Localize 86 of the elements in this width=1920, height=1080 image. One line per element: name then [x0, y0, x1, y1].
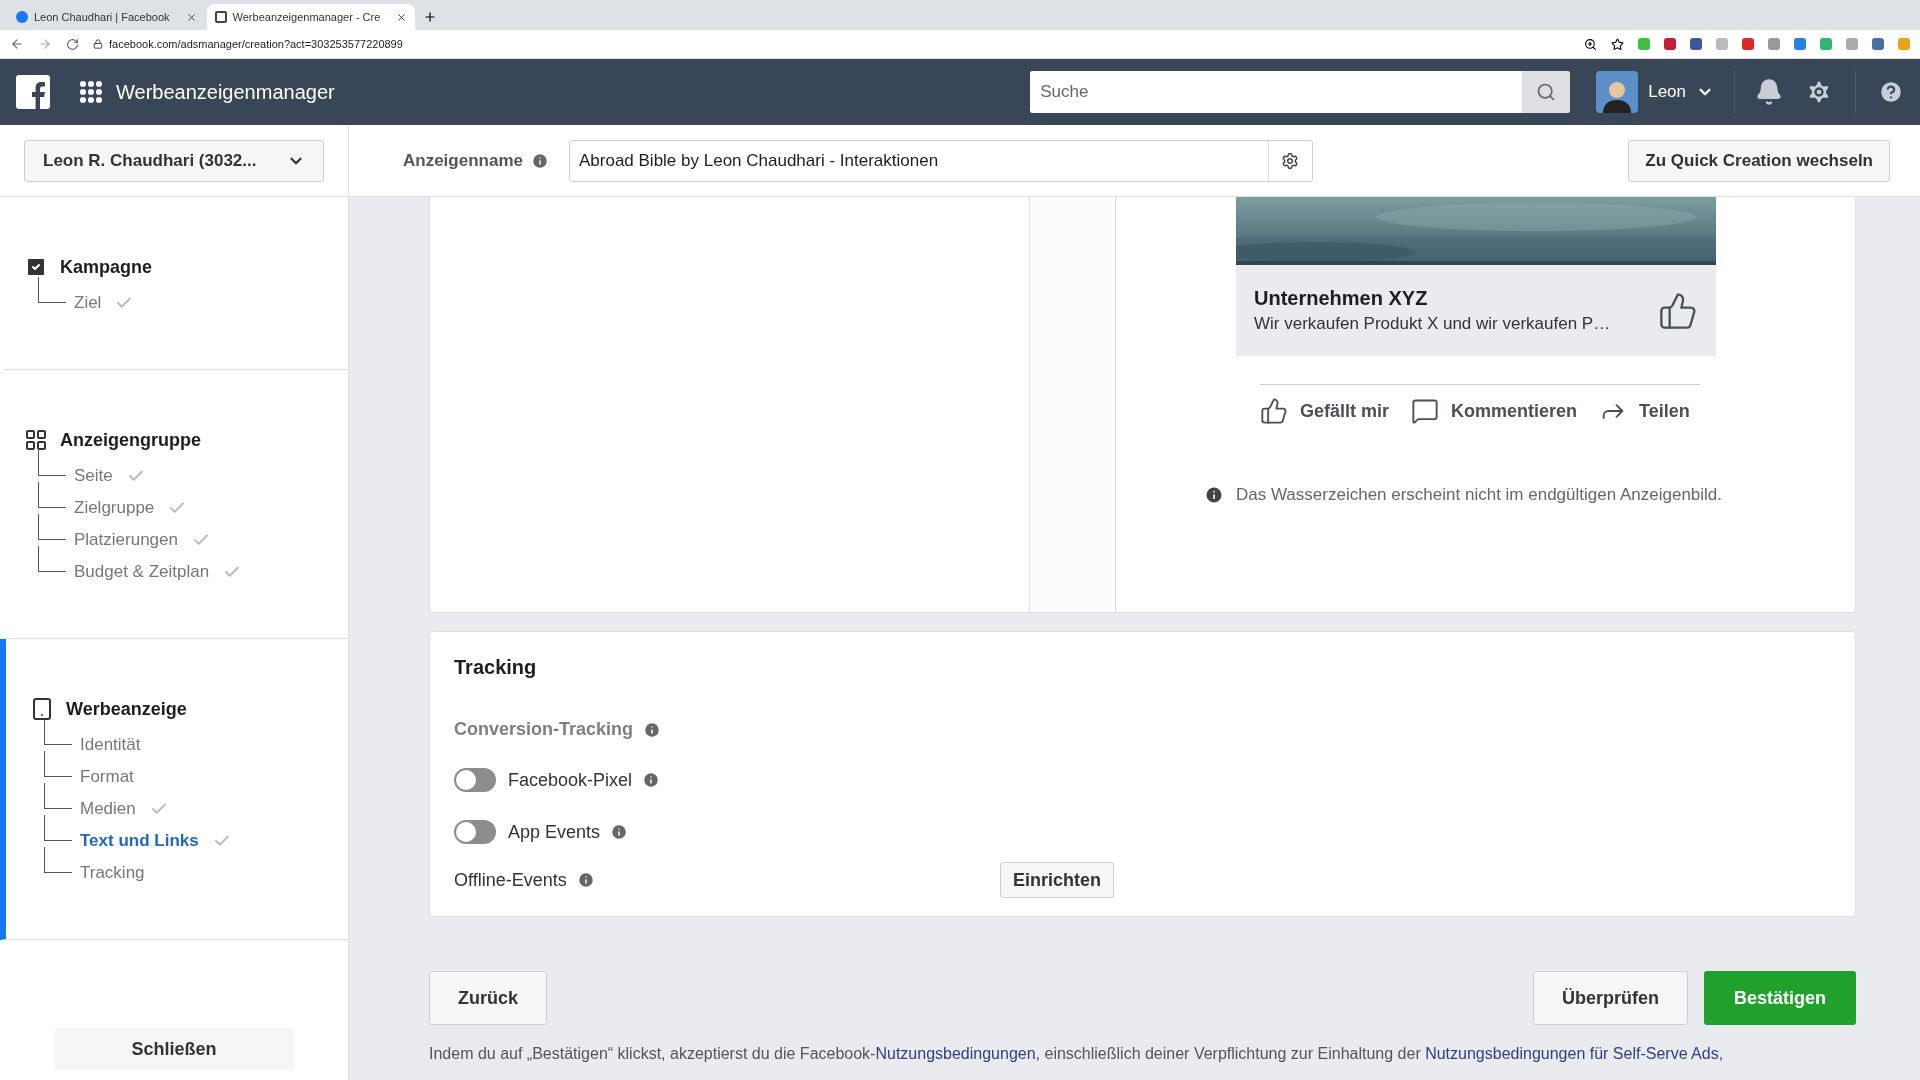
post-action[interactable]: Gefällt mir — [1260, 397, 1390, 425]
profile-icon[interactable] — [1872, 38, 1884, 50]
conversion-tracking-label: Conversion-Tracking — [454, 719, 634, 740]
company-name: Unternehmen XYZ — [1254, 287, 1429, 310]
post-action[interactable]: Teilen — [1599, 397, 1690, 425]
settings-icon[interactable] — [1281, 151, 1300, 170]
page-icon — [214, 11, 227, 23]
ad-name-box[interactable]: Abroad Bible by Leon Chaudhari - Interaktionen — [569, 139, 1313, 182]
tree-line — [38, 482, 66, 508]
setup-button[interactable]: Einrichten — [1000, 862, 1114, 898]
thumbs-up-icon — [1260, 397, 1288, 425]
zoom-icon[interactable] — [1584, 37, 1597, 51]
terms-link[interactable]: Nutzungsbedingungen — [875, 1045, 1036, 1062]
tree-line — [38, 277, 66, 303]
avatar-icon — [1596, 71, 1639, 113]
lock-icon — [93, 39, 103, 49]
tree-line — [44, 719, 72, 745]
sidebar-item[interactable]: Identität — [80, 735, 141, 755]
browser-tab[interactable]: Werbeanzeigenmanager - Cre — [206, 4, 416, 30]
sidebar-item[interactable]: Format — [80, 767, 134, 787]
toggle-switch[interactable] — [454, 768, 496, 792]
toggle-label: Facebook-Pixel — [508, 769, 633, 791]
info-icon — [1204, 485, 1224, 505]
search-icon[interactable] — [1536, 82, 1557, 102]
reload-icon[interactable] — [66, 37, 79, 51]
new-tab-icon[interactable] — [423, 10, 438, 24]
close-icon[interactable] — [185, 11, 197, 23]
extension-icon[interactable] — [1690, 38, 1702, 50]
extension-icon[interactable] — [1768, 38, 1780, 50]
tree-line — [38, 450, 66, 476]
extension-icon[interactable] — [1664, 38, 1676, 50]
sidebar-item[interactable]: Budget & Zeitplan — [74, 562, 210, 582]
globe-icon — [16, 11, 28, 23]
app-title: Werbeanzeigenmanager — [116, 80, 335, 104]
info-icon — [643, 720, 662, 739]
thumbs-up-icon[interactable] — [1658, 290, 1698, 331]
review-button[interactable]: Überprüfen — [1533, 971, 1688, 1025]
toggle-switch[interactable] — [454, 820, 496, 844]
sidebar-item[interactable]: Tracking — [80, 863, 145, 883]
sidebar-item[interactable]: Medien — [80, 799, 136, 819]
section-title[interactable]: Anzeigengruppe — [60, 429, 201, 451]
extension-icon[interactable] — [1794, 38, 1806, 50]
section-title[interactable]: Kampagne — [60, 256, 153, 278]
app-grid-icon[interactable] — [80, 81, 102, 103]
sidebar-item[interactable]: Text und Links — [80, 831, 199, 851]
legal-text: Indem du auf „Bestätigen“ klickst, akzeptierst du die Facebook-Nutzungsbedingungen, einschließlich deiner Verpflichtung zur Einhaltung der Nutzungsbedingungen für Self-Serve Ads, — [429, 1045, 1725, 1063]
tablet-icon — [30, 697, 54, 721]
toggle-label: App Events — [508, 821, 601, 843]
bell-icon[interactable] — [1755, 78, 1783, 106]
offline-events-label: Offline-Events — [454, 869, 567, 891]
ad-name-label: Anzeigenname — [403, 150, 523, 171]
section-title: Tracking — [454, 656, 538, 679]
section-title[interactable]: Werbeanzeige — [66, 698, 187, 720]
tree-line — [44, 847, 72, 873]
tree-line — [38, 546, 66, 572]
tree-line — [44, 783, 72, 809]
info-icon — [531, 151, 549, 170]
sidebar-item[interactable]: Zielgruppe — [74, 498, 155, 518]
sidebar-item[interactable]: Ziel — [74, 293, 102, 313]
tree-line — [44, 751, 72, 777]
terms-link[interactable]: Nutzungsbedingungen für Self-Serve Ads — [1425, 1045, 1719, 1062]
info-icon — [576, 871, 595, 889]
sidebar-item[interactable]: Seite — [74, 466, 113, 486]
browser-tab[interactable]: Leon Chaudhari | Facebook — [8, 4, 205, 30]
grid-icon — [24, 428, 48, 452]
account-selector[interactable]: Leon R. Chaudhari (3032... — [24, 139, 324, 182]
speech-bubble-icon — [1411, 397, 1440, 425]
sidebar-item[interactable]: Platzierungen — [74, 530, 178, 550]
back-icon[interactable] — [10, 37, 24, 51]
ad-description: Wir verkaufen Produkt X und wir verkaufen P… — [1254, 314, 1611, 334]
tree-line — [44, 815, 72, 841]
user-menu[interactable]: Leon — [1596, 71, 1735, 113]
close-icon[interactable] — [396, 11, 408, 23]
quick-creation-button[interactable]: Zu Quick Creation wechseln — [1628, 139, 1890, 182]
watermark-note: Das Wasserzeichen erscheint nicht im endgültigen Anzeigenbild. — [1236, 485, 1723, 505]
extension-icon[interactable] — [1742, 38, 1754, 50]
url-text[interactable]: facebook.com/adsmanager/creation?act=303253577220899 — [109, 38, 403, 50]
close-button[interactable]: Schließen — [54, 1028, 294, 1070]
post-action[interactable]: Kommentieren — [1411, 397, 1578, 425]
info-icon — [610, 823, 629, 841]
tree-line — [38, 514, 66, 540]
info-icon — [642, 771, 661, 789]
star-icon[interactable] — [1611, 37, 1624, 51]
back-button[interactable]: Zurück — [429, 971, 547, 1025]
help-icon[interactable] — [1878, 79, 1904, 105]
logo-icon[interactable] — [16, 75, 50, 109]
